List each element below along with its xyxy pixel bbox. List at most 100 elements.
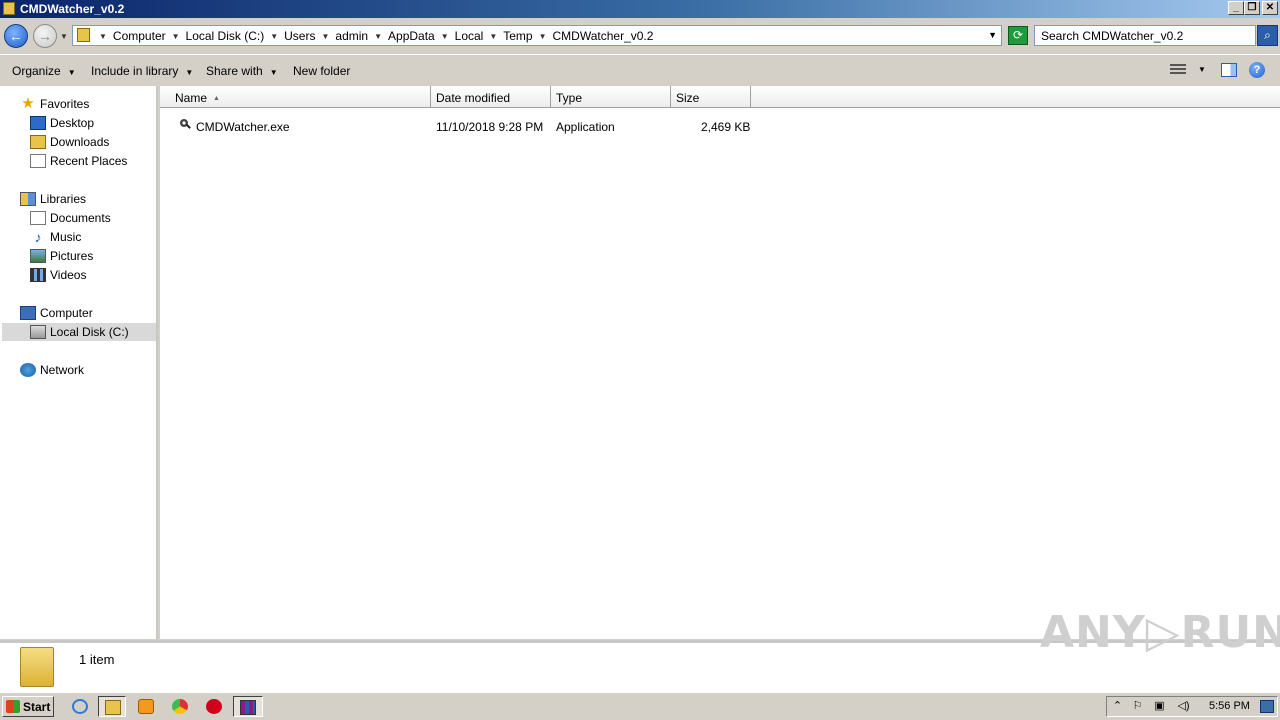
nav-computer[interactable]: Computer <box>20 304 93 322</box>
desktop-icon <box>30 116 46 130</box>
column-header-name[interactable]: Name ▲ <box>170 86 431 107</box>
nav-label: Network <box>40 363 85 377</box>
nav-label: Pictures <box>50 249 94 263</box>
back-button[interactable]: ← <box>4 24 28 48</box>
system-tray: ⌃ ⚐ ▣ ◁) 5:56 PM <box>1106 696 1278 717</box>
breadcrumb-cmdwatcher[interactable]: CMDWatcher_v0.2 <box>553 29 654 43</box>
chevron-down-icon[interactable]: ▼ <box>172 32 180 41</box>
media-player-icon <box>138 699 154 714</box>
volume-icon[interactable]: ◁) <box>1177 700 1190 713</box>
search-icon: ⌕ <box>1264 28 1271 42</box>
chevron-down-icon[interactable]: ▼ <box>99 32 107 41</box>
nav-downloads[interactable]: Downloads <box>30 133 109 151</box>
nav-videos[interactable]: Videos <box>30 266 86 284</box>
show-desktop-icon[interactable] <box>1260 700 1274 713</box>
nav-recent-places[interactable]: Recent Places <box>30 152 127 170</box>
taskbar-media-player[interactable] <box>132 696 160 717</box>
nav-label: Libraries <box>40 192 87 206</box>
arrow-right-icon: → <box>38 28 52 44</box>
folder-icon <box>77 28 90 42</box>
chevron-down-icon: ▼ <box>67 68 76 77</box>
help-icon[interactable]: ? <box>1249 62 1265 78</box>
column-label: Name <box>175 91 208 105</box>
close-button[interactable]: ✕ <box>1262 1 1278 15</box>
file-type: Application <box>556 120 615 134</box>
music-icon: ♪ <box>34 229 42 245</box>
new-folder-button[interactable]: New folder <box>293 64 350 78</box>
nav-label: Computer <box>40 306 93 320</box>
breadcrumb-local[interactable]: Local <box>455 29 484 43</box>
nav-label: Downloads <box>50 135 110 149</box>
table-row[interactable]: CMDWatcher.exe 11/10/2018 9:28 PM Applic… <box>160 116 760 136</box>
breadcrumb-users[interactable]: Users <box>284 29 315 43</box>
nav-desktop[interactable]: Desktop <box>30 114 94 132</box>
nav-documents[interactable]: Documents <box>30 209 111 227</box>
nav-label: Music <box>50 230 82 244</box>
restore-button[interactable]: ❐ <box>1244 1 1260 15</box>
column-headers: Name ▲ Date modified Type Size <box>160 86 1280 108</box>
breadcrumb-admin[interactable]: admin <box>335 29 368 43</box>
address-row: ← → ▼ ▼ Computer ▼ Local Disk (C:) ▼ Users… <box>0 18 1280 54</box>
breadcrumb-local-disk[interactable]: Local Disk (C:) <box>186 29 265 43</box>
taskbar-archiver[interactable] <box>233 696 263 717</box>
recent-pages-dropdown[interactable]: ▼ <box>60 32 68 41</box>
address-bar[interactable]: ▼ Computer ▼ Local Disk (C:) ▼ Users ▼ admi… <box>72 25 1002 46</box>
network-status-icon[interactable]: ▣ <box>1153 700 1166 713</box>
network-icon <box>20 363 36 377</box>
navigation-pane[interactable]: ★ Favorites Desktop Downloads Recent Plac… <box>0 86 158 639</box>
clock[interactable]: 5:56 PM <box>1209 700 1250 712</box>
title-bar[interactable]: CMDWatcher_v0.2 _ ❐ ✕ <box>0 0 1280 18</box>
nav-libraries[interactable]: Libraries <box>20 190 86 208</box>
address-history-dropdown[interactable]: ▼ <box>988 30 997 40</box>
computer-icon <box>20 306 36 320</box>
minimize-button[interactable]: _ <box>1228 1 1244 15</box>
internet-explorer-icon <box>72 699 88 714</box>
nav-music[interactable]: ♪ Music <box>30 228 82 246</box>
action-center-flag-icon[interactable]: ⚐ <box>1131 700 1144 713</box>
taskbar: Start ⌃ ⚐ ▣ ◁) 5:56 PM <box>0 692 1280 720</box>
sort-ascending-icon: ▲ <box>213 95 220 102</box>
preview-pane-icon[interactable] <box>1221 63 1237 77</box>
star-icon: ★ <box>21 95 35 112</box>
breadcrumb: ▼ Computer ▼ Local Disk (C:) ▼ Users ▼ admi… <box>97 29 653 43</box>
chevron-down-icon[interactable]: ▼ <box>270 32 278 41</box>
opera-icon <box>206 699 222 714</box>
archive-icon <box>240 700 256 715</box>
nav-favorites[interactable]: ★ Favorites <box>20 95 89 113</box>
share-with-label: Share with <box>206 64 263 78</box>
search-button[interactable]: ⌕ <box>1257 25 1278 46</box>
search-input[interactable]: Search CMDWatcher_v0.2 <box>1034 25 1256 46</box>
breadcrumb-computer[interactable]: Computer <box>113 29 166 43</box>
breadcrumb-appdata[interactable]: AppData <box>388 29 435 43</box>
include-in-library-button[interactable]: Include in library ▼ <box>91 64 193 78</box>
column-header-type[interactable]: Type <box>551 86 671 107</box>
column-header-size[interactable]: Size <box>671 86 751 107</box>
nav-network[interactable]: Network <box>20 361 84 379</box>
file-size: 2,469 KB <box>701 120 751 134</box>
nav-local-disk[interactable]: Local Disk (C:) <box>2 323 156 341</box>
chevron-down-icon[interactable]: ▼ <box>374 32 382 41</box>
view-options-icon[interactable] <box>1170 64 1186 76</box>
breadcrumb-temp[interactable]: Temp <box>503 29 532 43</box>
taskbar-explorer[interactable] <box>98 696 126 717</box>
show-hidden-icons-icon[interactable]: ⌃ <box>1111 700 1124 713</box>
file-list[interactable]: Name ▲ Date modified Type Size CMDWatcher… <box>160 86 1280 639</box>
view-dropdown[interactable]: ▼ <box>1198 65 1206 74</box>
taskbar-internet-explorer[interactable] <box>66 696 94 717</box>
taskbar-opera[interactable] <box>200 696 228 717</box>
nav-pictures[interactable]: Pictures <box>30 247 93 265</box>
column-header-date-modified[interactable]: Date modified <box>431 86 551 107</box>
chevron-down-icon[interactable]: ▼ <box>321 32 329 41</box>
refresh-button[interactable]: ⟳ <box>1008 26 1028 45</box>
start-button[interactable]: Start <box>2 696 54 717</box>
taskbar-chrome[interactable] <box>166 696 194 717</box>
organize-button[interactable]: Organize ▼ <box>12 64 76 78</box>
chevron-down-icon[interactable]: ▼ <box>489 32 497 41</box>
forward-button[interactable]: → <box>33 24 57 48</box>
chevron-down-icon[interactable]: ▼ <box>441 32 449 41</box>
chevron-down-icon[interactable]: ▼ <box>539 32 547 41</box>
share-with-button[interactable]: Share with ▼ <box>206 64 278 78</box>
refresh-icon: ⟳ <box>1012 28 1024 42</box>
nav-label: Recent Places <box>50 154 128 168</box>
arrow-left-icon: ← <box>9 28 23 44</box>
